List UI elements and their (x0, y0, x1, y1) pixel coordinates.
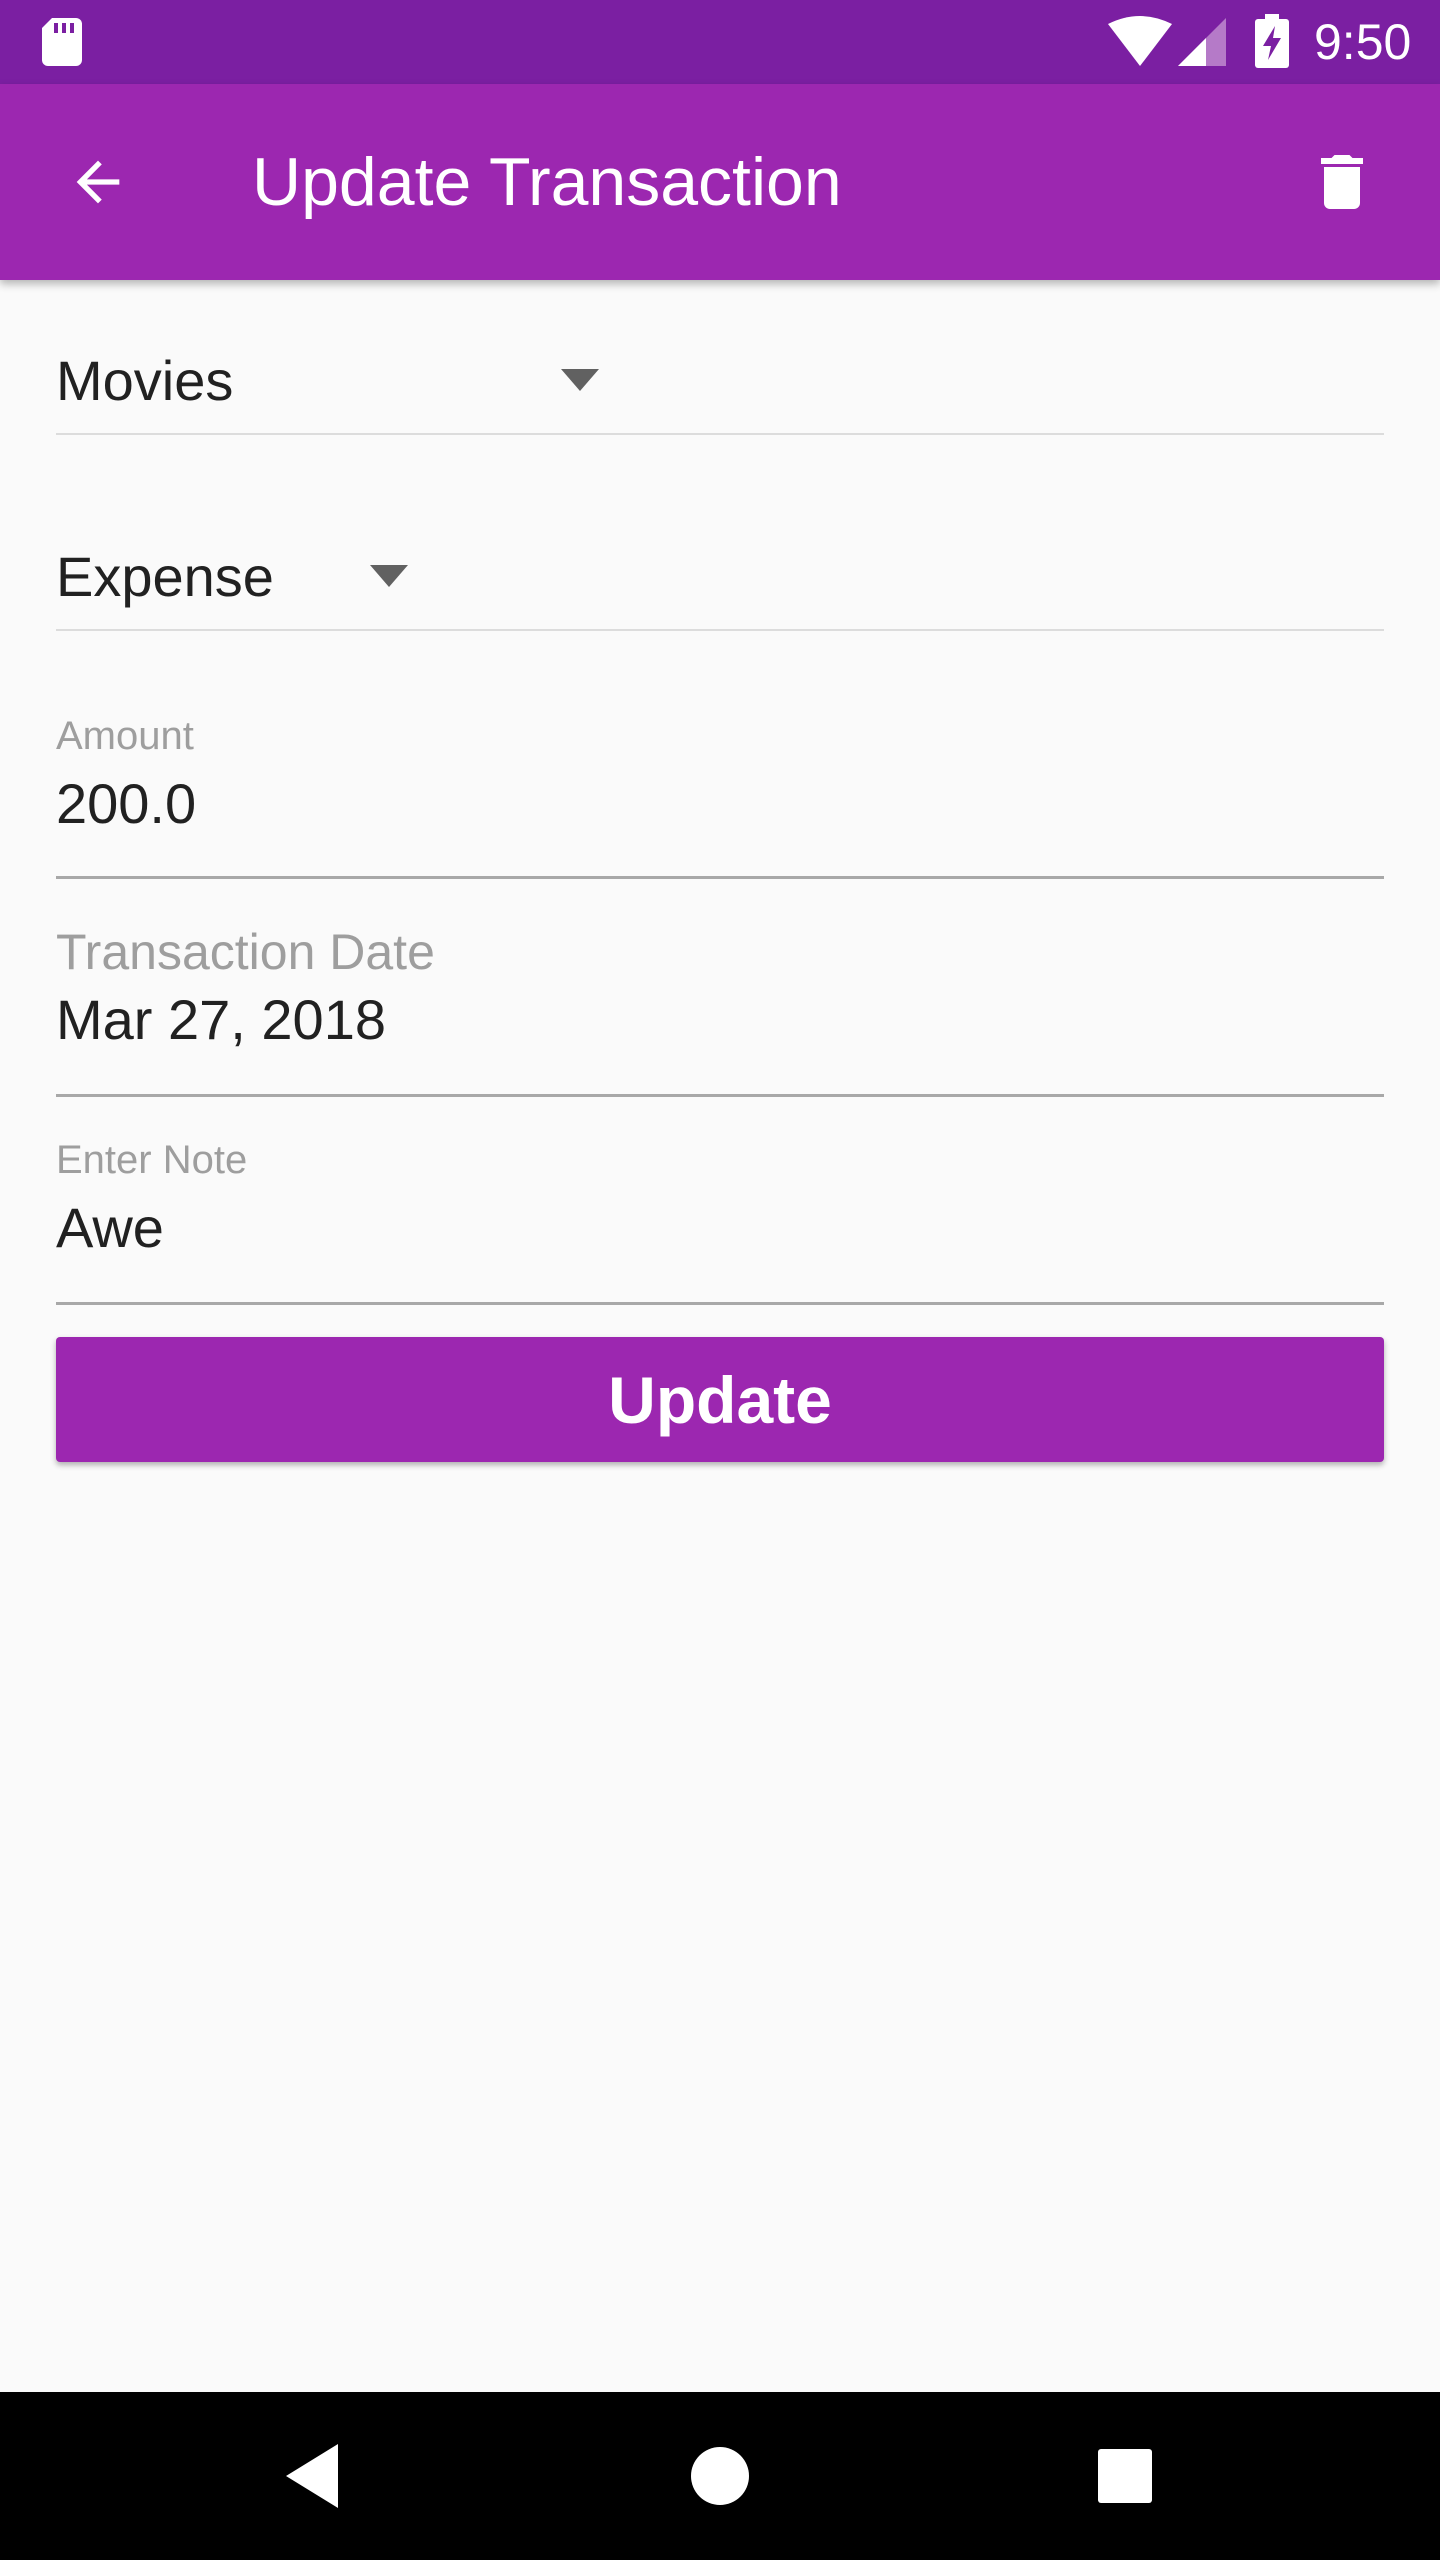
sd-card-icon (42, 18, 82, 66)
update-button[interactable]: Update (56, 1337, 1384, 1462)
app-bar: Update Transaction (0, 84, 1440, 280)
nav-recents-icon (1098, 2449, 1152, 2503)
amount-field[interactable]: Amount 200.0 (56, 700, 1384, 879)
trash-icon (1321, 155, 1363, 209)
nav-home-button[interactable] (660, 2416, 780, 2536)
transaction-date-label: Transaction Date (56, 924, 435, 980)
nav-back-icon (286, 2444, 338, 2508)
wifi-icon (1108, 16, 1172, 66)
category-value: Movies (56, 349, 234, 412)
note-label: Enter Note (56, 1138, 248, 1182)
nav-back-button[interactable] (256, 2416, 376, 2536)
nav-recents-button[interactable] (1065, 2416, 1185, 2536)
dropdown-arrow-icon (370, 565, 408, 587)
amount-value[interactable]: 200.0 (56, 770, 196, 838)
back-button[interactable] (50, 134, 146, 230)
page-title: Update Transaction (252, 144, 842, 220)
delete-button[interactable] (1294, 134, 1390, 230)
status-bar: 9:50 (0, 0, 1440, 84)
signal-icon (1178, 18, 1226, 66)
transaction-date-value[interactable]: Mar 27, 2018 (56, 986, 386, 1054)
arrow-back-icon (76, 160, 120, 204)
nav-home-icon (691, 2447, 749, 2505)
dropdown-arrow-icon (561, 369, 599, 391)
note-value[interactable]: Awe (56, 1194, 164, 1262)
battery-charging-icon (1255, 14, 1289, 68)
type-value: Expense (56, 545, 274, 608)
status-time: 9:50 (1314, 14, 1412, 70)
amount-label: Amount (56, 714, 194, 758)
note-field[interactable]: Enter Note Awe (56, 1130, 1384, 1305)
category-spinner[interactable]: Movies (56, 333, 1384, 435)
transaction-date-field[interactable]: Transaction Date Mar 27, 2018 (56, 912, 1384, 1097)
navigation-bar (0, 2392, 1440, 2560)
type-spinner[interactable]: Expense (56, 529, 1384, 631)
